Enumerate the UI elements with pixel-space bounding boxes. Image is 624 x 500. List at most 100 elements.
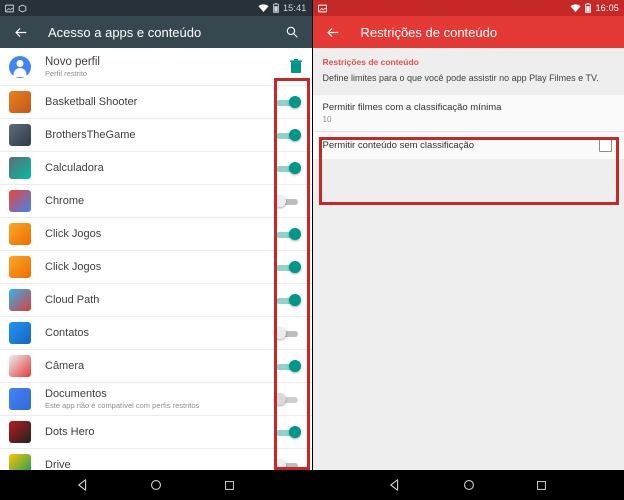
app-name: Click Jogos — [45, 261, 102, 273]
app-name: Chrome — [45, 195, 85, 207]
profile-name: Novo perfil — [45, 55, 100, 68]
table-row[interactable]: Calculadora — [0, 152, 312, 185]
wifi-icon — [258, 3, 269, 12]
right-phone-screen: 16:05 Restrições de conteúdo Restrições … — [312, 0, 624, 500]
section-description: Define limites para o que você pode assi… — [322, 73, 599, 83]
toggle-knob — [273, 327, 286, 339]
preference-text: Permitir filmes com a classificação míni… — [323, 102, 613, 124]
right-navigation-bar[interactable] — [312, 470, 624, 500]
app-labels: Documentos Este app não é compatível com … — [45, 388, 274, 410]
right-app-bar: Restrições de conteúdo — [312, 16, 624, 48]
app-icon — [9, 388, 31, 410]
profile-row[interactable]: Novo perfil Perfil restrito — [0, 48, 312, 86]
app-access-toggle[interactable] — [274, 359, 302, 373]
table-row[interactable]: Click Jogos — [0, 251, 312, 284]
app-labels: Drive — [45, 459, 274, 470]
app-access-toggle[interactable] — [274, 95, 302, 109]
table-row[interactable]: Chrome — [0, 185, 312, 218]
app-rows-container: Basketball Shooter BrothersTheGame Calcula… — [0, 86, 312, 470]
left-status-system-icons: 15:41 — [258, 3, 307, 13]
app-labels: Basketball Shooter — [45, 96, 274, 108]
app-access-toggle[interactable] — [273, 326, 302, 340]
preferences-card: Permitir filmes com a classificação míni… — [312, 95, 624, 160]
back-arrow-icon — [327, 27, 339, 37]
preference-text: Permitir conteúdo sem classificação — [323, 140, 600, 151]
table-row[interactable]: BrothersTheGame — [0, 119, 312, 152]
nav-back-icon[interactable] — [77, 479, 89, 491]
app-access-toggle — [273, 392, 302, 406]
app-icon — [9, 91, 31, 113]
left-page-title: Acesso a apps e conteúdo — [48, 24, 202, 40]
app-icon — [9, 322, 31, 344]
delete-profile-button[interactable] — [289, 59, 302, 74]
nav-recents-icon[interactable] — [224, 480, 235, 491]
app-labels: Click Jogos — [45, 261, 274, 273]
app-icon — [9, 289, 31, 311]
toggle-knob — [273, 393, 286, 405]
back-arrow-icon — [14, 27, 26, 37]
table-row[interactable]: Dots Hero — [0, 416, 312, 449]
app-labels: Calculadora — [45, 162, 274, 174]
app-name: Calculadora — [45, 162, 104, 174]
left-status-clock: 15:41 — [282, 3, 307, 13]
app-icon — [9, 421, 31, 443]
app-icon — [9, 223, 31, 245]
app-access-toggle[interactable] — [274, 227, 302, 241]
right-page-title: Restrições de conteúdo — [360, 24, 498, 40]
app-access-toggle[interactable] — [274, 260, 302, 274]
preference-title: Permitir conteúdo sem classificação — [322, 140, 475, 152]
right-status-system-icons: 16:05 — [570, 3, 619, 13]
preference-value: 10 — [322, 115, 332, 125]
app-access-toggle[interactable] — [273, 194, 302, 208]
table-row[interactable]: Drive — [0, 449, 312, 470]
table-row[interactable]: Basketball Shooter — [0, 86, 312, 119]
preference-row[interactable]: Permitir filmes com a classificação míni… — [312, 95, 624, 133]
dual-screenshot: 15:41 Acesso a apps e conteúdo Novo perf… — [0, 0, 624, 500]
app-name: BrothersTheGame — [45, 129, 136, 141]
left-search-button[interactable] — [282, 22, 302, 42]
app-labels: Cloud Path — [45, 294, 274, 306]
app-labels: BrothersTheGame — [45, 129, 274, 141]
app-subtitle: Este app não é compatível com perfis res… — [45, 401, 200, 410]
app-labels: Contatos — [45, 327, 274, 339]
preference-row[interactable]: Permitir conteúdo sem classificação — [313, 132, 624, 159]
app-name: Contatos — [45, 327, 90, 339]
toggle-knob — [288, 228, 301, 240]
nav-home-icon[interactable] — [150, 479, 162, 491]
app-icon — [9, 256, 31, 278]
left-status-bar: 15:41 — [0, 0, 312, 16]
table-row[interactable]: Click Jogos — [0, 218, 312, 251]
left-back-button[interactable] — [10, 22, 30, 42]
app-access-toggle[interactable] — [274, 128, 302, 142]
nav-home-icon[interactable] — [463, 479, 475, 491]
app-icon — [9, 355, 31, 377]
app-labels: Chrome — [45, 195, 274, 207]
right-status-clock: 16:05 — [595, 3, 619, 13]
right-status-notification-icons — [317, 4, 327, 13]
app-access-toggle[interactable] — [274, 161, 302, 175]
app-access-list[interactable]: Novo perfil Perfil restrito Basketball S… — [0, 48, 312, 470]
search-icon — [286, 26, 297, 38]
nav-back-icon[interactable] — [389, 479, 401, 491]
nav-recents-icon[interactable] — [536, 480, 547, 491]
table-row[interactable]: Documentos Este app não é compatível com … — [0, 383, 312, 416]
app-access-toggle[interactable] — [274, 293, 302, 307]
app-access-toggle[interactable] — [273, 458, 302, 470]
toggle-knob — [288, 294, 301, 306]
left-navigation-bar[interactable] — [0, 470, 312, 500]
allow-unrated-checkbox[interactable] — [599, 139, 612, 153]
app-access-toggle[interactable] — [274, 425, 302, 439]
person-avatar-icon — [9, 55, 31, 78]
app-name: Click Jogos — [45, 228, 102, 240]
table-row[interactable]: Contatos — [0, 317, 312, 350]
app-icon — [9, 454, 31, 470]
right-back-button[interactable] — [323, 22, 343, 42]
toggle-knob — [288, 426, 301, 438]
battery-icon — [585, 3, 592, 13]
app-name: Documentos — [45, 388, 107, 400]
toggle-knob — [273, 195, 286, 207]
app-labels: Câmera — [45, 360, 274, 372]
app-icon — [9, 124, 31, 146]
table-row[interactable]: Cloud Path — [0, 284, 312, 317]
table-row[interactable]: Câmera — [0, 350, 312, 383]
